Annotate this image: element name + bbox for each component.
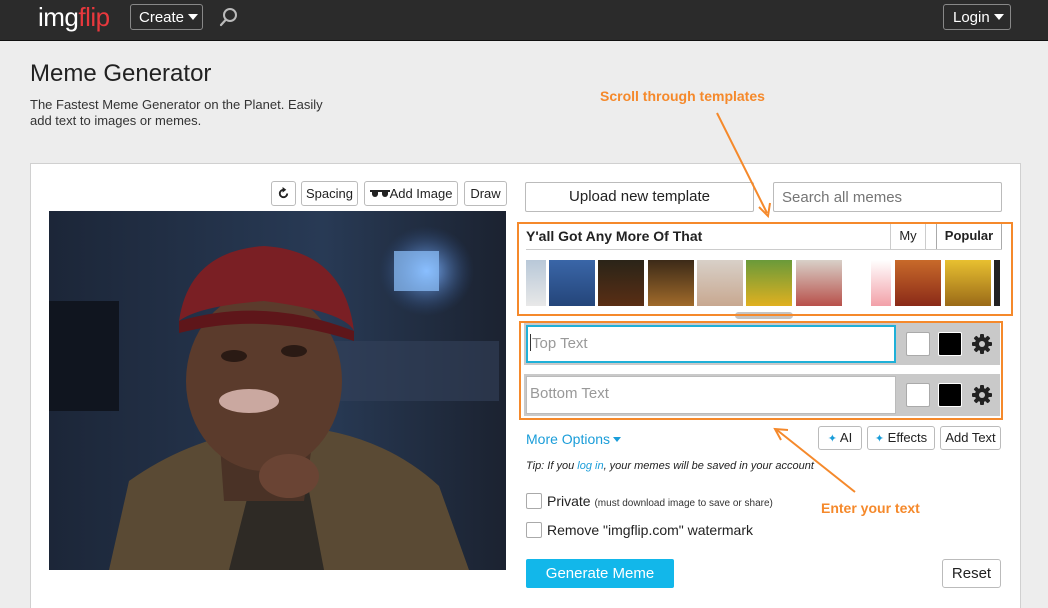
effects-label: Effects [887, 430, 928, 445]
login-link[interactable]: log in [577, 460, 603, 472]
annotation-templates: Scroll through templates [600, 88, 765, 104]
chevron-down-icon [188, 14, 199, 20]
private-label: Private (must download image to save or … [547, 493, 773, 509]
login-tip: Tip: If you log in, your memes will be s… [526, 460, 814, 472]
more-options-label: More Options [526, 431, 611, 447]
imgflip-logo[interactable]: imgflip [38, 2, 110, 33]
annotation-box-templates [517, 222, 1013, 316]
sunglasses-icon [369, 190, 390, 197]
chevron-down-icon [613, 437, 622, 442]
meme-photo [49, 211, 506, 570]
add-text-button[interactable]: Add Text [940, 426, 1001, 450]
annotation-text: Enter your text [821, 500, 920, 516]
remove-watermark-label: Remove "imgflip.com" watermark [547, 522, 753, 538]
login-label: Login [953, 9, 990, 26]
rotate-button[interactable] [271, 181, 296, 206]
spacing-button[interactable]: Spacing [301, 181, 358, 206]
chevron-down-icon [993, 14, 1004, 20]
more-options-link[interactable]: More Options [526, 431, 622, 447]
page-title: Meme Generator [30, 60, 212, 87]
search-memes-input[interactable] [773, 182, 1002, 212]
create-menu-button[interactable]: Create [130, 4, 203, 30]
upload-template-button[interactable]: Upload new template [525, 182, 754, 212]
private-note: (must download image to save or share) [594, 498, 773, 509]
login-button[interactable]: Login [943, 4, 1011, 30]
search-icon[interactable] [218, 6, 240, 28]
ai-button[interactable]: ✦ AI [818, 426, 862, 450]
reset-button[interactable]: Reset [942, 559, 1001, 588]
generate-meme-button[interactable]: Generate Meme [526, 559, 674, 588]
ai-label: AI [839, 430, 853, 445]
top-navbar: imgflip Create Login [0, 0, 1048, 41]
create-label: Create [139, 9, 185, 26]
meme-preview-image[interactable] [49, 211, 506, 570]
page-subtitle: The Fastest Meme Generator on the Planet… [30, 97, 323, 128]
add-image-button[interactable]: Add Image [364, 181, 458, 206]
annotation-box-text [519, 321, 1003, 420]
add-image-label: Add Image [389, 186, 453, 201]
effects-button[interactable]: ✦ Effects [867, 426, 935, 450]
remove-watermark-checkbox[interactable] [526, 522, 542, 538]
private-checkbox[interactable] [526, 493, 542, 509]
rotate-icon [278, 187, 289, 199]
sparkle-icon: ✦ [874, 433, 885, 445]
draw-button[interactable]: Draw [464, 181, 507, 206]
sparkle-icon: ✦ [827, 433, 837, 445]
